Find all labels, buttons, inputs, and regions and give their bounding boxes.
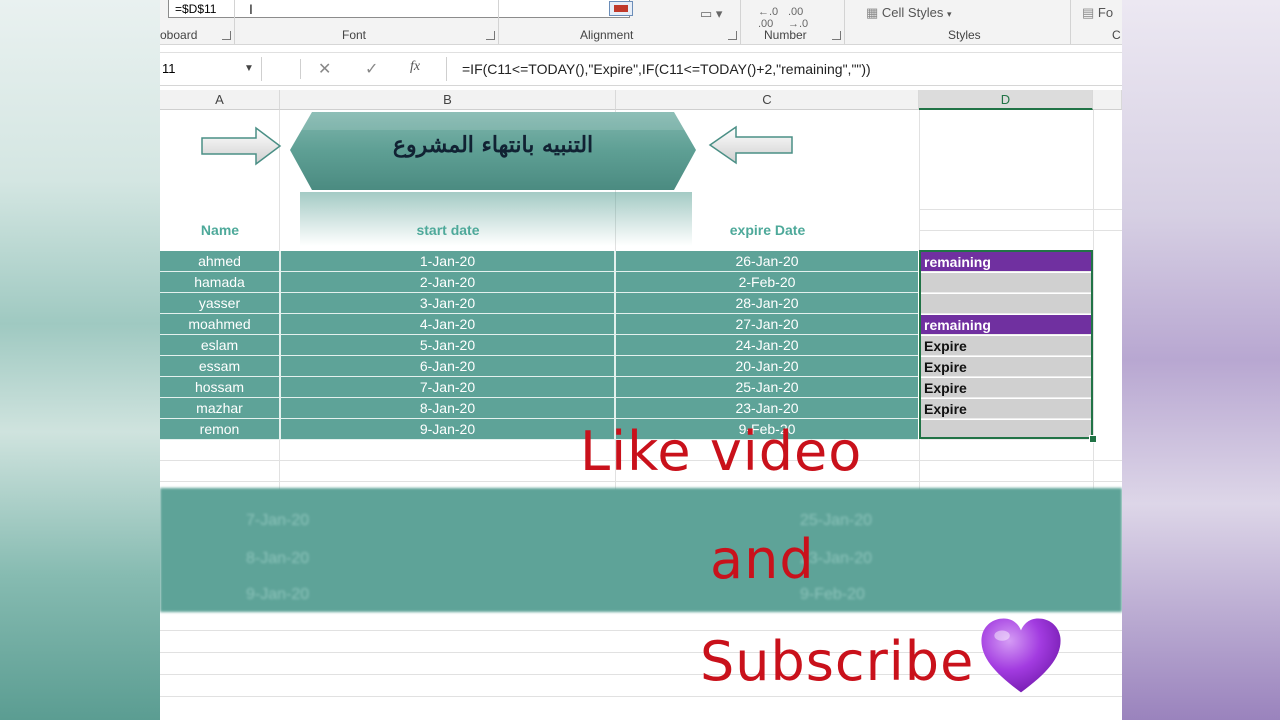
cancel-icon[interactable]: ✕ [318,59,331,79]
cell-start-date[interactable]: 4-Jan-20 [281,314,614,334]
cell-expire-date[interactable]: 27-Jan-20 [616,314,918,334]
decrease-decimal-icon[interactable]: .00 →.0 [788,6,808,30]
cell-name[interactable]: mazhar [160,398,279,418]
cell-start-date[interactable]: 8-Jan-20 [281,398,614,418]
excel-window: =$D$11 I oboard Font Alignment ▭ ▾ ←.0.0… [160,0,1122,720]
format-button[interactable]: ▤ Fo [1082,5,1113,21]
cell-start-date[interactable]: 6-Jan-20 [281,356,614,376]
cell-name[interactable]: eslam [160,335,279,355]
overlay-like-video: Like video [580,420,863,483]
header-start-date: start date [416,222,480,238]
column-header-b[interactable]: B [280,90,616,110]
banner-title: التنبيه بانتهاء المشروع [392,132,594,158]
insert-function-icon[interactable]: fx [410,59,420,75]
reflection-start: 8-Jan-20 [246,550,310,567]
purple-heart-icon [981,618,1061,693]
group-cells-label: C [1112,28,1121,42]
column-header-a[interactable]: A [160,90,280,110]
formula-bar: 11 ▼ ✕ ✓ fx =IF(C11<=TODAY(),"Expire",IF… [160,52,1122,86]
name-box-edit-value: =$D$11 [175,2,217,16]
column-header-e[interactable] [1093,90,1122,110]
cell-start-date[interactable]: 2-Jan-20 [281,272,614,292]
cell-start-date[interactable]: 9-Jan-20 [281,419,614,439]
arrow-left-icon [708,125,793,165]
enter-icon[interactable]: ✓ [365,59,378,79]
formula-input[interactable]: =IF(C11<=TODAY(),"Expire",IF(C11<=TODAY(… [462,57,871,81]
cell-expire-date[interactable]: 28-Jan-20 [616,293,918,313]
table-row: mazhar 8-Jan-20 23-Jan-20 [160,398,918,419]
cell-start-date[interactable]: 5-Jan-20 [281,335,614,355]
cell-expire-date[interactable]: 25-Jan-20 [616,377,918,397]
right-background-strip [1122,0,1280,720]
table-row: essam 6-Jan-20 20-Jan-20 [160,356,918,377]
reflection-start: 7-Jan-20 [246,512,310,529]
group-alignment-label: Alignment [580,28,634,42]
cell-expire-date[interactable]: 26-Jan-20 [616,251,918,271]
number-launcher-icon[interactable] [832,31,841,40]
table-row: eslam 5-Jan-20 24-Jan-20 [160,335,918,356]
cell-styles-button[interactable]: ▦ Cell Styles ▾ [866,5,952,21]
title-banner: التنبيه بانتهاء المشروع [290,112,696,190]
cell-expire-date[interactable]: 23-Jan-20 [616,398,918,418]
font-launcher-icon[interactable] [486,31,495,40]
text-cursor-icon: I [249,1,253,17]
cell-name[interactable]: ahmed [160,251,279,271]
group-clipboard-label: oboard [160,28,198,42]
cell-start-date[interactable]: 7-Jan-20 [281,377,614,397]
arrow-right-icon [201,126,282,166]
increase-decimal-icon[interactable]: ←.0.00 [758,6,778,30]
alignment-launcher-icon[interactable] [728,31,737,40]
collapse-dialog-icon[interactable] [609,1,633,16]
cell-styles-icon: ▦ [866,5,879,20]
selection-border [919,250,1093,439]
header-expire-date: expire Date [729,222,806,238]
cell-start-date[interactable]: 3-Jan-20 [281,293,614,313]
name-box-dropdown-icon[interactable]: ▼ [244,57,254,81]
format-icon: ▤ [1082,5,1095,20]
group-font-label: Font [342,28,367,42]
column-header-c[interactable]: C [616,90,919,110]
left-background-strip [0,0,160,720]
overlay-subscribe: Subscribe [700,630,975,693]
group-styles-label: Styles [948,28,981,42]
fill-handle[interactable] [1089,435,1097,443]
cell-expire-date[interactable]: 24-Jan-20 [616,335,918,355]
name-box-edit[interactable]: =$D$11 I [168,0,633,18]
cell-expire-date[interactable]: 20-Jan-20 [616,356,918,376]
cell-styles-label: Cell Styles [881,5,944,20]
wrap-text-icon[interactable]: ▭ ▾ [700,6,722,22]
table-row: moahmed 4-Jan-20 27-Jan-20 [160,314,918,335]
format-label: Fo [1097,5,1114,20]
cell-name[interactable]: essam [160,356,279,376]
reflection-band: 7-Jan-20 25-Jan-20 8-Jan-20 23-Jan-20 9-… [160,488,1122,612]
cell-name[interactable]: yasser [160,293,279,313]
cell-name[interactable]: hamada [160,272,279,292]
cell-name[interactable]: remon [160,419,279,439]
header-name: Name [200,222,240,238]
table-row: ahmed 1-Jan-20 26-Jan-20 [160,251,918,272]
cell-expire-date[interactable]: 2-Feb-20 [616,272,918,292]
table-row: hossam 7-Jan-20 25-Jan-20 [160,377,918,398]
table-row: yasser 3-Jan-20 28-Jan-20 [160,293,918,314]
column-header-d[interactable]: D [919,90,1093,110]
table-row: hamada 2-Jan-20 2-Feb-20 [160,272,918,293]
cell-start-date[interactable]: 1-Jan-20 [281,251,614,271]
group-number-label: Number [764,28,807,42]
cell-name[interactable]: hossam [160,377,279,397]
overlay-and: and [710,528,815,591]
chevron-down-icon: ▾ [946,9,952,19]
clipboard-launcher-icon[interactable] [222,31,231,40]
reflection-start: 9-Jan-20 [246,586,310,603]
ribbon: =$D$11 I oboard Font Alignment ▭ ▾ ←.0.0… [160,0,1122,45]
cell-name[interactable]: moahmed [160,314,279,334]
